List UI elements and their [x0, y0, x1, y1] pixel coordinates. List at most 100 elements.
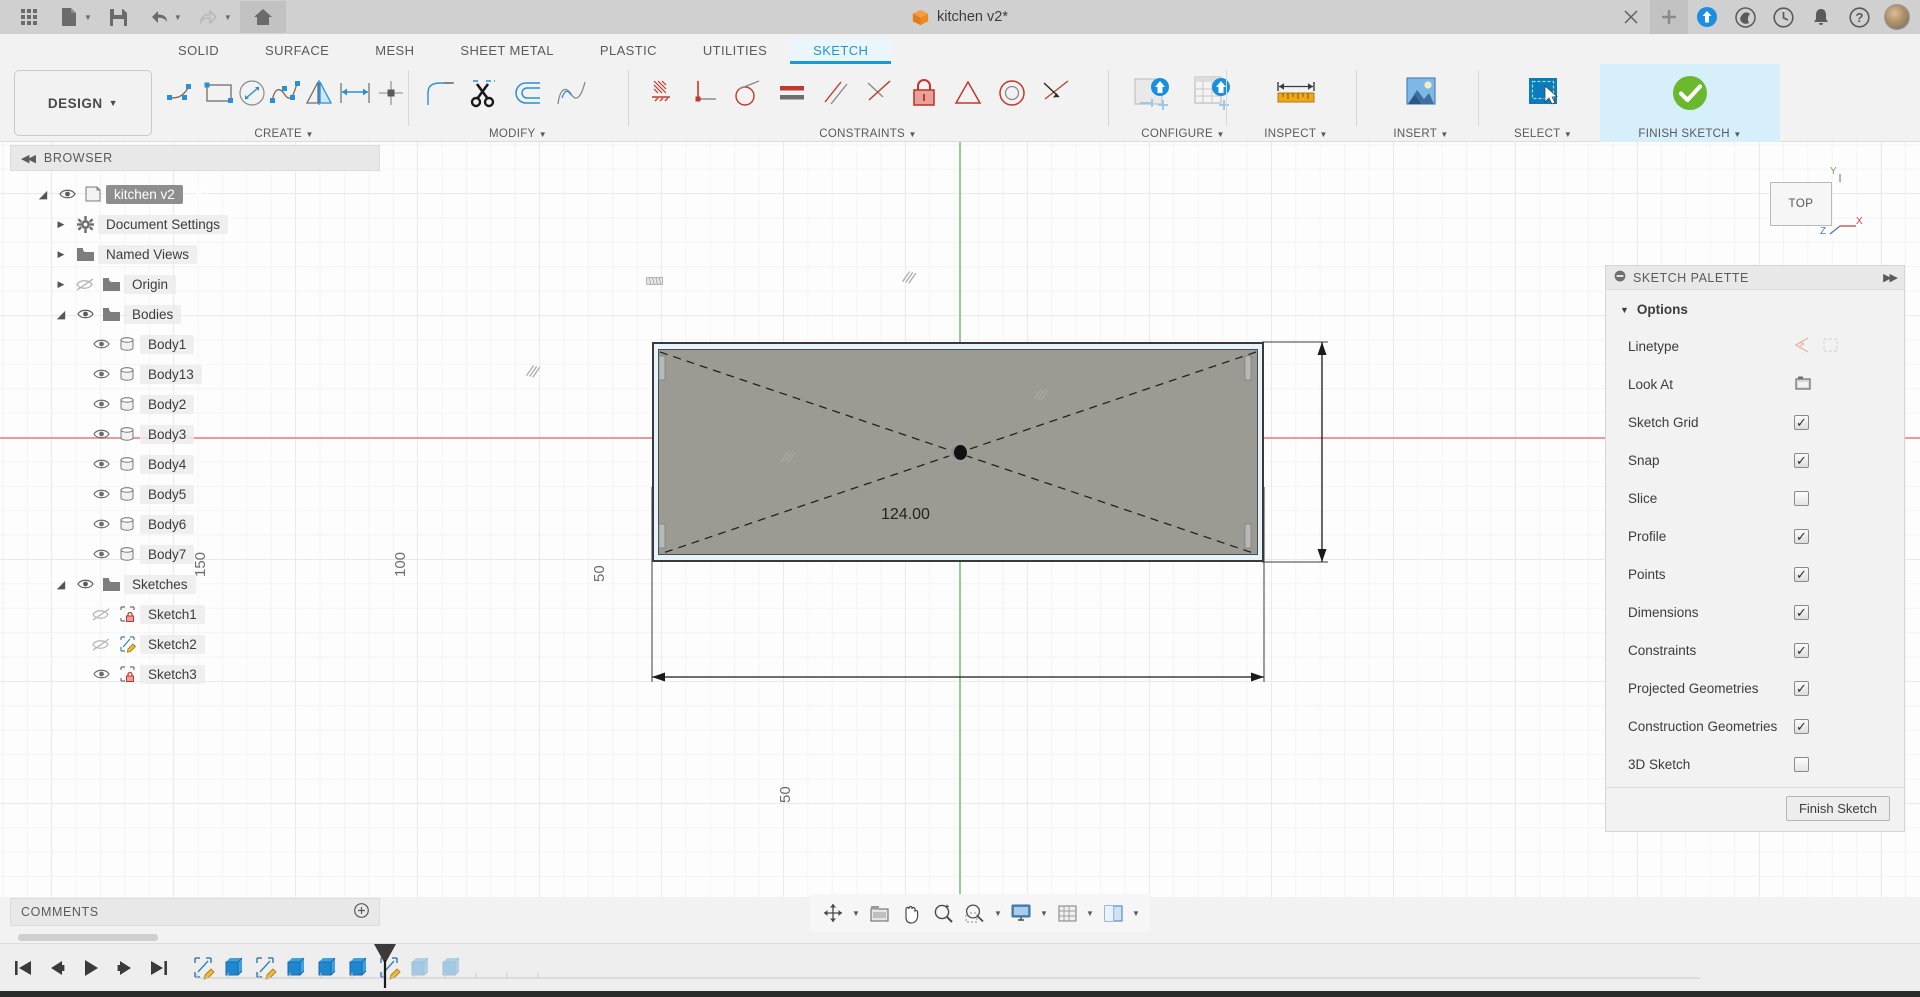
orbit-caret-icon[interactable]: ▼: [850, 909, 862, 918]
undo-icon[interactable]: [140, 1, 178, 33]
grid-snaps-caret-icon[interactable]: ▼: [1084, 909, 1096, 918]
redo-caret-icon[interactable]: ▼: [224, 13, 238, 22]
visibility-eye-icon[interactable]: [88, 398, 114, 410]
visibility-eye-icon[interactable]: [88, 338, 114, 350]
trim-scissors-icon[interactable]: [462, 68, 506, 118]
document-title[interactable]: kitchen v2*: [937, 9, 1008, 25]
tree-item-body3[interactable]: Body3: [10, 419, 380, 449]
parallel-constraint-icon-bottom[interactable]: [777, 450, 797, 464]
grid-snaps-icon[interactable]: [1052, 897, 1082, 929]
option-row-sketch-grid[interactable]: Sketch Grid ✓: [1606, 403, 1904, 441]
parallel-constraint-icon-right[interactable]: [1030, 387, 1050, 401]
app-grid-icon[interactable]: [10, 1, 48, 33]
option-row-slice[interactable]: Slice: [1606, 479, 1904, 517]
visibility-eye-hidden-icon[interactable]: [88, 637, 114, 651]
zoom-icon[interactable]: [928, 897, 958, 929]
configure-part-icon[interactable]: [1126, 66, 1180, 120]
ribbon-panel-finish-sketch[interactable]: FINISH SKETCH ▼: [1600, 64, 1780, 142]
construction-geometries-checkbox[interactable]: ✓: [1794, 718, 1809, 734]
sketch-origin-point[interactable]: [954, 445, 967, 460]
3d-sketch-checkbox[interactable]: [1794, 756, 1809, 772]
visibility-eye-icon[interactable]: [88, 488, 114, 500]
tree-item-bodies[interactable]: ◢ Bodies: [10, 299, 380, 329]
spline-icon[interactable]: [268, 68, 302, 118]
notifications-icon[interactable]: [1802, 0, 1840, 34]
viewports-icon[interactable]: [1098, 897, 1128, 929]
mirror-icon[interactable]: [302, 68, 336, 118]
tree-item-sketch1[interactable]: Sketch1: [10, 599, 380, 629]
tab-solid[interactable]: SOLID: [155, 38, 242, 64]
select-window-icon[interactable]: [1516, 66, 1570, 120]
tree-item-sketch3[interactable]: Sketch3: [10, 659, 380, 689]
parallel-icon[interactable]: [814, 68, 858, 118]
fix-lock-icon[interactable]: [902, 68, 946, 118]
constraints-checkbox[interactable]: ✓: [1794, 642, 1809, 658]
perpendicular-icon[interactable]: [682, 68, 726, 118]
linetype-normal-icon[interactable]: [1794, 336, 1812, 356]
comments-panel[interactable]: COMMENTS: [10, 898, 380, 926]
expand-arrow-closed-icon[interactable]: ▶: [50, 219, 72, 230]
option-row-dimensions[interactable]: Dimensions ✓: [1606, 593, 1904, 631]
point-icon[interactable]: [374, 68, 408, 118]
help-icon[interactable]: ?: [1840, 0, 1878, 34]
height-dimension-graphic[interactable]: [1252, 332, 1392, 582]
tangent-icon[interactable]: [726, 68, 770, 118]
midpoint-icon[interactable]: [858, 68, 902, 118]
zoom-window-icon[interactable]: [960, 897, 990, 929]
expand-right-icon[interactable]: ▶▶: [1883, 271, 1898, 284]
tree-item-body4[interactable]: Body4: [10, 449, 380, 479]
option-row-linetype[interactable]: Linetype: [1606, 327, 1904, 365]
workspace-switcher-button[interactable]: DESIGN ▼: [14, 70, 152, 136]
coincident-icon[interactable]: [946, 68, 990, 118]
expand-arrow-closed-icon[interactable]: ▶: [50, 279, 72, 290]
option-row-profile[interactable]: Profile ✓: [1606, 517, 1904, 555]
visibility-eye-icon[interactable]: [72, 578, 98, 590]
tree-item-body5[interactable]: Body5: [10, 479, 380, 509]
expand-arrow-open-icon[interactable]: ◢: [32, 188, 54, 201]
zoom-window-caret-icon[interactable]: ▼: [992, 909, 1004, 918]
visibility-eye-icon[interactable]: [88, 368, 114, 380]
expand-arrow-open-icon[interactable]: ◢: [50, 308, 72, 321]
tree-item-document-settings[interactable]: ▶ Document Settings: [10, 209, 380, 239]
configure-table-icon[interactable]: [1186, 66, 1240, 120]
visibility-eye-icon[interactable]: [72, 308, 98, 320]
tree-item-body6[interactable]: Body6: [10, 509, 380, 539]
horizontal-scrollbar[interactable]: [18, 934, 158, 941]
sketch-grid-checkbox[interactable]: ✓: [1794, 414, 1809, 430]
option-row-3d-sketch[interactable]: 3D Sketch: [1606, 745, 1904, 783]
tab-plastic[interactable]: PLASTIC: [577, 38, 680, 64]
save-icon[interactable]: [100, 1, 138, 33]
offset-icon[interactable]: [506, 68, 550, 118]
tree-item-body2[interactable]: Body2: [10, 389, 380, 419]
visibility-eye-icon[interactable]: [88, 428, 114, 440]
extension-icon[interactable]: [1688, 0, 1726, 34]
visibility-eye-hidden-icon[interactable]: [72, 277, 98, 291]
tab-sketch[interactable]: SKETCH: [790, 38, 892, 64]
dimensions-checkbox[interactable]: ✓: [1794, 604, 1809, 620]
points-checkbox[interactable]: ✓: [1794, 566, 1809, 582]
orbit-icon[interactable]: [818, 897, 848, 929]
symmetry-icon[interactable]: [1034, 68, 1078, 118]
parallel-constraint-icon-top[interactable]: [898, 270, 918, 284]
visibility-eye-hidden-icon[interactable]: [88, 607, 114, 621]
rectangle-icon[interactable]: [202, 68, 236, 118]
option-row-construction-geometries[interactable]: Construction Geometries ✓: [1606, 707, 1904, 745]
undo-caret-icon[interactable]: ▼: [174, 13, 188, 22]
option-row-points[interactable]: Points ✓: [1606, 555, 1904, 593]
tab-sheet-metal[interactable]: SHEET METAL: [437, 38, 577, 64]
measure-ruler-icon[interactable]: [1269, 66, 1323, 120]
tree-item-kitchen-v2[interactable]: ◢ kitchen v2: [10, 179, 380, 209]
tab-mesh[interactable]: MESH: [352, 38, 437, 64]
option-row-projected-geometries[interactable]: Projected Geometries ✓: [1606, 669, 1904, 707]
appearance-dot-icon[interactable]: [191, 184, 207, 204]
snap-checkbox[interactable]: ✓: [1794, 452, 1809, 468]
curvature-icon[interactable]: [550, 68, 594, 118]
tree-item-named-views[interactable]: ▶ Named Views: [10, 239, 380, 269]
view-cube[interactable]: TOP Y X Z: [1752, 164, 1872, 254]
visibility-eye-icon[interactable]: [88, 458, 114, 470]
tab-surface[interactable]: SURFACE: [242, 38, 352, 64]
fillet-icon[interactable]: [418, 68, 462, 118]
new-file-icon[interactable]: [50, 1, 88, 33]
new-tab-icon[interactable]: [1650, 0, 1688, 34]
tree-item-body13[interactable]: Body13: [10, 359, 380, 389]
